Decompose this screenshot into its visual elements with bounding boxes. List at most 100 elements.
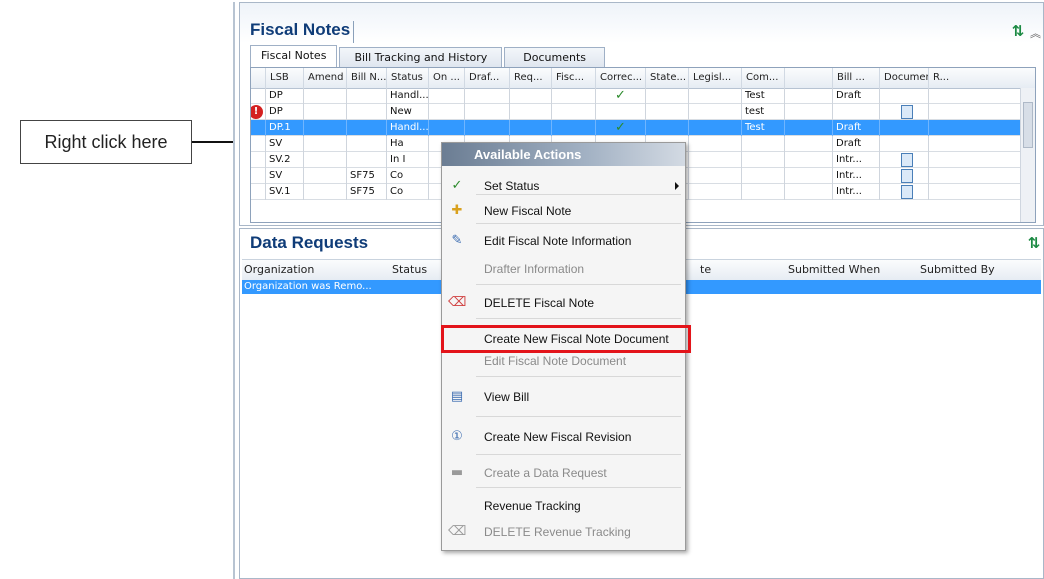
grid-cell (928, 120, 963, 136)
column-header[interactable]: Fisc... (551, 68, 595, 88)
grid-cell (928, 88, 963, 104)
grid-cell (688, 184, 741, 200)
grid-header: LSB Amend Bill N... Status On ... Draf... Req.… (251, 68, 1035, 89)
document-icon[interactable] (901, 169, 913, 183)
grid-cell (346, 152, 386, 168)
organization-cell: Organization was Remo... (244, 281, 372, 292)
grid-cell (928, 184, 963, 200)
menu-item-delete-fiscal-note[interactable]: ⌫ DELETE Fiscal Note (442, 290, 685, 316)
grid-cell (688, 152, 741, 168)
col-status[interactable]: Status (392, 260, 427, 280)
document-icon[interactable] (901, 185, 913, 199)
menu-item-drafter-information[interactable]: Drafter Information (442, 256, 685, 282)
grid-cell (509, 88, 551, 104)
grid-cell (741, 168, 784, 184)
grid-cell (428, 88, 464, 104)
tab-fiscal-notes[interactable]: Fiscal Notes (250, 45, 338, 67)
menu-item-revenue-tracking[interactable]: Revenue Tracking (442, 493, 685, 519)
column-header[interactable]: On ... (428, 68, 464, 88)
table-row[interactable]: DP.1 Handl... ✓ Test Draft (251, 120, 1021, 136)
grid-cell: DP.1 (265, 120, 303, 136)
grid-cell (645, 120, 688, 136)
grid-cell: SV (265, 168, 303, 184)
grid-cell (464, 120, 509, 136)
column-header[interactable]: Bill ... (832, 68, 879, 88)
menu-item-label: DELETE Revenue Tracking (484, 525, 631, 539)
grid-cell: Ha (386, 136, 428, 152)
column-header[interactable]: Document (879, 68, 928, 88)
column-header[interactable]: Legisl... (688, 68, 741, 88)
grid-cell (688, 88, 741, 104)
grid-cell: SV.2 (265, 152, 303, 168)
column-header[interactable]: R... (928, 68, 963, 88)
menu-separator (476, 454, 681, 455)
refresh-icon[interactable]: ⇅ (1026, 235, 1042, 251)
menu-separator (476, 284, 681, 285)
grid-cell (784, 184, 832, 200)
column-header[interactable]: Bill N... (346, 68, 386, 88)
grid-cell: Test (741, 88, 784, 104)
context-menu-header: Available Actions (442, 143, 685, 166)
grid-cell (346, 88, 386, 104)
grid-cell (784, 120, 832, 136)
column-header[interactable]: Com... (741, 68, 784, 88)
grid-cell (303, 168, 346, 184)
grid-cell: Intr... (832, 184, 879, 200)
column-header[interactable] (784, 68, 832, 88)
refresh-icon[interactable]: ⇅ (1010, 23, 1026, 39)
highlight-box (441, 325, 691, 353)
callout-box: Right click here (20, 120, 192, 164)
table-row[interactable]: DP Handl... ✓ Test Draft (251, 88, 1021, 104)
tab-bar: Fiscal Notes Bill Tracking and History D… (250, 45, 607, 67)
col-organization[interactable]: Organization (244, 260, 314, 280)
eraser-icon: ⌫ (448, 295, 467, 310)
menu-item-label: Set Status (484, 179, 540, 193)
menu-item-create-new-fiscal-revision[interactable]: ① Create New Fiscal Revision (442, 424, 685, 450)
vertical-scrollbar[interactable] (1020, 88, 1035, 222)
grid-cell (551, 104, 595, 120)
menu-item-view-bill[interactable]: ▤ View Bill (442, 384, 685, 410)
menu-item-edit-fiscal-note-information[interactable]: ✎ Edit Fiscal Note Information (442, 228, 685, 254)
menu-item-set-status[interactable]: ✓ Set Status (442, 173, 685, 199)
revision-icon: ① (451, 429, 463, 444)
table-row[interactable]: DP New test! (251, 104, 1021, 120)
grid-cell (551, 120, 595, 136)
col-date[interactable]: te (700, 260, 711, 280)
column-header[interactable]: Req... (509, 68, 551, 88)
document-icon[interactable] (901, 153, 913, 167)
grid-cell (784, 88, 832, 104)
grid-cell (784, 168, 832, 184)
col-submitted-when[interactable]: Submitted When (788, 260, 880, 280)
column-header[interactable]: Status (386, 68, 428, 88)
grid-cell: SF75 (346, 168, 386, 184)
tab-documents[interactable]: Documents (504, 47, 605, 67)
grid-cell: DP (265, 104, 303, 120)
menu-item-create-a-data-request[interactable]: ▬ Create a Data Request (442, 460, 685, 486)
grid-cell: ✓ (595, 120, 645, 136)
column-header[interactable]: Correc... (595, 68, 645, 88)
data-request-icon: ▬ (450, 465, 464, 480)
scrollbar-thumb[interactable] (1023, 102, 1033, 148)
menu-item-label: Create New Fiscal Revision (484, 430, 632, 444)
column-header[interactable]: State... (645, 68, 688, 88)
grid-cell (645, 88, 688, 104)
view-bill-icon: ▤ (450, 389, 464, 404)
grid-cell (303, 136, 346, 152)
tab-bill-tracking[interactable]: Bill Tracking and History (339, 47, 503, 67)
column-header[interactable]: LSB (265, 68, 303, 88)
grid-cell (688, 104, 741, 120)
grid-cell (688, 168, 741, 184)
grid-cell (595, 104, 645, 120)
column-header[interactable]: Draf... (464, 68, 509, 88)
menu-item-new-fiscal-note[interactable]: ✚ New Fiscal Note (442, 198, 685, 224)
menu-item-delete-revenue-tracking[interactable]: ⌫ DELETE Revenue Tracking (442, 519, 685, 545)
grid-cell (879, 104, 928, 120)
col-submitted-by[interactable]: Submitted By (920, 260, 995, 280)
grid-cell: SF75 (346, 184, 386, 200)
column-header[interactable]: Amend (303, 68, 346, 88)
document-icon[interactable] (901, 105, 913, 119)
menu-item-label: Create a Data Request (484, 466, 607, 480)
grid-cell (928, 136, 963, 152)
collapse-icon[interactable]: ︽ (1030, 25, 1041, 41)
check-icon: ✓ (615, 120, 626, 135)
